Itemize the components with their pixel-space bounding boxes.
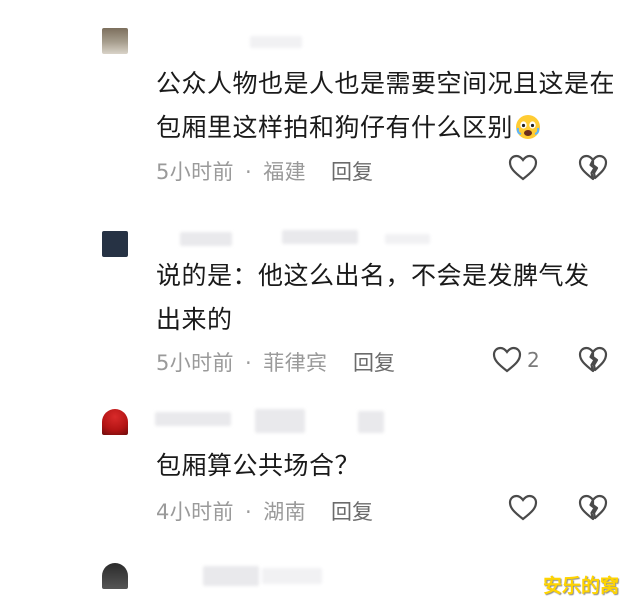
like-count: 2 <box>527 348 540 372</box>
comment-meta: 5小时前 · 福建 <box>156 156 306 186</box>
like-heart-icon[interactable] <box>508 493 538 523</box>
location: 菲律宾 <box>263 351 328 375</box>
reply-button[interactable]: 回复 <box>331 496 373 526</box>
timestamp: 4小时前 <box>156 500 234 524</box>
like-heart-icon[interactable] <box>492 345 522 375</box>
reply-button[interactable]: 回复 <box>331 156 373 186</box>
separator: · <box>245 351 253 375</box>
username-blurred[interactable] <box>155 412 231 426</box>
username-blurred-2 <box>282 230 358 244</box>
username-blurred[interactable] <box>180 232 232 246</box>
separator: · <box>245 500 253 524</box>
comment-meta: 4小时前 · 湖南 <box>156 496 306 526</box>
username-blurred[interactable] <box>250 36 302 48</box>
scared-face-emoji <box>516 115 541 139</box>
avatar[interactable] <box>102 563 128 589</box>
dislike-broken-heart-icon[interactable] <box>578 153 608 183</box>
location: 福建 <box>263 160 307 184</box>
comment-text: 说的是：他这么出名，不会是发脾气发出来的 <box>156 261 590 334</box>
timestamp: 5小时前 <box>156 351 234 375</box>
dislike-broken-heart-icon[interactable] <box>578 493 608 523</box>
separator: · <box>245 160 253 184</box>
username-blurred-2 <box>255 409 305 433</box>
badge-blurred <box>385 234 430 244</box>
avatar[interactable] <box>102 409 128 435</box>
comment-text: 公众人物也是人也是需要空间况且这是在包厢里这样拍和狗仔有什么区别 <box>156 69 616 142</box>
avatar[interactable] <box>102 28 128 54</box>
reply-button[interactable]: 回复 <box>353 347 395 377</box>
timestamp: 5小时前 <box>156 160 234 184</box>
username-blurred-2 <box>262 568 322 584</box>
comment-meta: 5小时前 · 菲律宾 <box>156 347 327 377</box>
avatar[interactable] <box>102 231 128 257</box>
like-heart-icon[interactable] <box>508 153 538 183</box>
location: 湖南 <box>263 500 307 524</box>
badge-blurred <box>358 411 384 433</box>
username-blurred[interactable] <box>203 566 259 586</box>
dislike-broken-heart-icon[interactable] <box>578 345 608 375</box>
comment-text: 包厢算公共场合？ <box>156 451 361 480</box>
watermark: 安乐的窝 <box>543 575 620 597</box>
